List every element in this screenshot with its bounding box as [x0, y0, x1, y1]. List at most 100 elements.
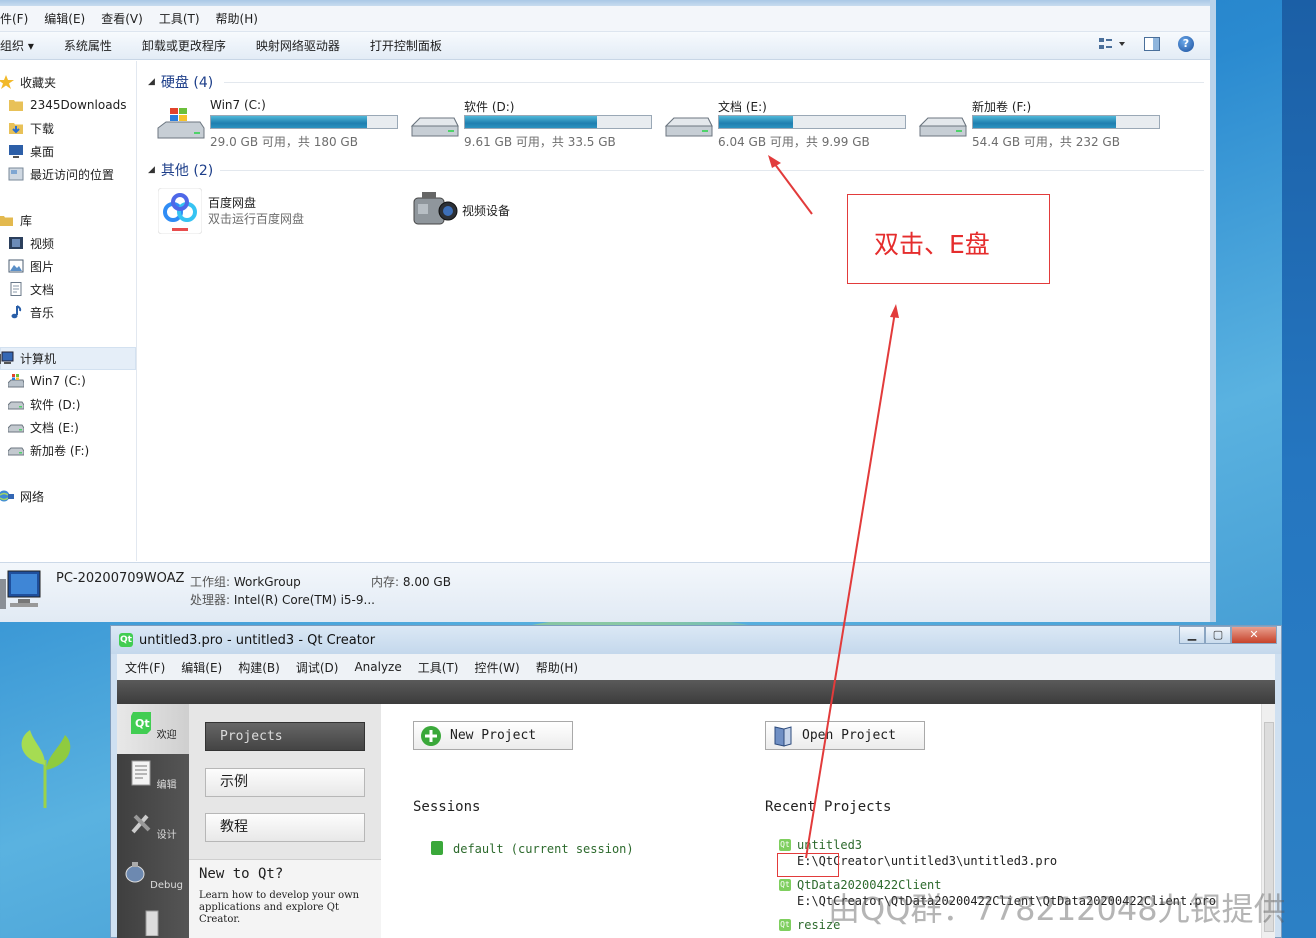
mode-projects[interactable]	[117, 904, 189, 938]
mode-design[interactable]: 设计	[117, 804, 189, 854]
collapse-triangle-icon[interactable]: ◢	[148, 165, 155, 175]
drive-usage-fill	[465, 116, 598, 128]
preview-pane-icon[interactable]	[1144, 37, 1160, 51]
qt-toolbar-strip	[117, 680, 1275, 704]
qt-menu-analyze[interactable]: Analyze	[346, 660, 409, 674]
details-pane: PC-20200709WOAZ 工作组: WorkGroup 内存: 8.00 …	[0, 562, 1210, 622]
drive-tile-e[interactable]: 文档 (E:) 6.04 GB 可用，共 9.99 GB	[664, 98, 914, 158]
drive-tile-d[interactable]: 软件 (D:) 9.61 GB 可用，共 33.5 GB	[410, 98, 660, 158]
nav-item-network[interactable]: 网络	[0, 486, 44, 506]
group-header-hard-disks[interactable]: ◢ 硬盘 (4)	[148, 72, 213, 92]
mode-welcome[interactable]: Qt 欢迎	[117, 704, 189, 754]
drive-icon	[8, 424, 24, 433]
explorer-window: 件(F) 编辑(E) 查看(V) 工具(T) 帮助(H) 组织 ▾ 系统属性 卸…	[0, 0, 1216, 622]
drive-usage-bar	[210, 115, 398, 129]
navigation-pane: 收藏夹 2345Downloads 下载 桌面 最近访问的位置 库 视频 图片	[0, 61, 137, 561]
baidu-netdisk-icon	[158, 188, 202, 234]
baidu-netdisk-description: 双击运行百度网盘	[208, 212, 305, 226]
nav-item-drive-d[interactable]: 软件 (D:)	[8, 394, 80, 414]
welcome-sidebar: Projects 示例 教程 New to Qt? Learn how to d…	[189, 704, 381, 938]
qt-window-title: untitled3.pro - untitled3 - Qt Creator	[139, 632, 376, 648]
collapse-triangle-icon[interactable]: ◢	[148, 77, 155, 87]
computer-monitor-icon	[0, 570, 41, 609]
baidu-netdisk-name: 百度网盘	[208, 196, 257, 210]
nav-item-documents[interactable]: 文档	[8, 279, 54, 299]
mode-debug[interactable]: Debug	[117, 854, 189, 904]
open-control-panel-button[interactable]: 打开控制面板	[355, 37, 457, 54]
debug-bug-icon	[125, 862, 145, 883]
desktop-icon	[9, 145, 23, 158]
qt-menu-widgets[interactable]: 控件(W)	[466, 659, 527, 676]
map-network-drive-button[interactable]: 映射网络驱动器	[241, 37, 355, 54]
video-device-item[interactable]: 视频设备	[410, 188, 610, 236]
menu-file[interactable]: 件(F)	[0, 10, 36, 27]
camcorder-icon	[413, 192, 458, 225]
nav-item-computer[interactable]: 计算机	[0, 348, 56, 368]
star-icon	[0, 75, 14, 89]
qt-menubar: 文件(F) 编辑(E) 构建(B) 调试(D) Analyze 工具(T) 控件…	[117, 654, 1275, 680]
drive-space-info: 9.61 GB 可用，共 33.5 GB	[464, 135, 616, 149]
memory-row: 内存: 8.00 GB	[371, 575, 451, 589]
mode-edit[interactable]: 编辑	[117, 754, 189, 804]
session-icon	[431, 841, 443, 855]
system-properties-button[interactable]: 系统属性	[49, 37, 127, 54]
music-library-icon	[11, 305, 22, 319]
nav-item-drive-e[interactable]: 文档 (E:)	[8, 417, 79, 437]
uninstall-program-button[interactable]: 卸载或更改程序	[127, 37, 241, 54]
qt-menu-tools[interactable]: 工具(T)	[410, 659, 467, 676]
drive-icon	[8, 401, 24, 410]
nav-item-music[interactable]: 音乐	[8, 302, 54, 322]
qt-menu-debug[interactable]: 调试(D)	[288, 659, 347, 676]
nav-item-favorites[interactable]: 收藏夹	[0, 72, 56, 92]
nav-item-drive-c[interactable]: Win7 (C:)	[8, 371, 86, 391]
qt-menu-file[interactable]: 文件(F)	[117, 659, 173, 676]
baidu-netdisk-item[interactable]: 百度网盘 双击运行百度网盘	[156, 188, 376, 236]
examples-tab-button[interactable]: 示例	[205, 768, 365, 797]
maximize-icon[interactable]: ▢	[1205, 626, 1231, 644]
drive-tile-f[interactable]: 新加卷 (F:) 54.4 GB 可用，共 232 GB	[918, 98, 1168, 158]
drive-tile-c[interactable]: Win7 (C:) 29.0 GB 可用，共 180 GB	[156, 98, 406, 158]
new-project-button[interactable]: New Project	[413, 721, 573, 750]
tutorials-tab-button[interactable]: 教程	[205, 813, 365, 842]
network-icon	[0, 490, 14, 502]
session-default[interactable]: default (current session)	[453, 842, 634, 856]
nav-item-2345downloads[interactable]: 2345Downloads	[8, 95, 126, 115]
nav-item-downloads[interactable]: 下载	[8, 118, 54, 138]
view-options-icon[interactable]	[1098, 37, 1126, 51]
drive-space-info: 6.04 GB 可用，共 9.99 GB	[718, 135, 870, 149]
close-icon[interactable]: ✕	[1231, 626, 1277, 644]
documents-library-icon	[10, 282, 22, 296]
annotation-box: 双击、E盘	[847, 194, 1050, 284]
group-header-other[interactable]: ◢ 其他 (2)	[148, 160, 213, 180]
workgroup-row: 工作组: WorkGroup	[190, 575, 301, 589]
nav-item-pictures[interactable]: 图片	[8, 256, 54, 276]
nav-item-drive-f[interactable]: 新加卷 (F:)	[8, 440, 89, 460]
nav-item-desktop[interactable]: 桌面	[8, 141, 54, 161]
qt-menu-edit[interactable]: 编辑(E)	[173, 659, 230, 676]
nav-item-libraries[interactable]: 库	[0, 210, 32, 230]
nav-item-recent-places[interactable]: 最近访问的位置	[8, 164, 114, 184]
recent-project-untitled3[interactable]: untitled3	[797, 838, 862, 852]
projects-tab-button[interactable]: Projects	[205, 722, 365, 751]
menu-edit[interactable]: 编辑(E)	[36, 10, 93, 27]
help-icon[interactable]: ?	[1178, 36, 1194, 52]
organize-button[interactable]: 组织 ▾	[0, 37, 49, 54]
menu-view[interactable]: 查看(V)	[93, 10, 151, 27]
menu-tools[interactable]: 工具(T)	[151, 10, 208, 27]
new-to-qt-panel: New to Qt? Learn how to develop your own…	[189, 859, 381, 938]
library-icon	[0, 216, 13, 226]
menu-help[interactable]: 帮助(H)	[208, 10, 266, 27]
minimize-icon[interactable]: ▁	[1179, 626, 1205, 644]
drive-name: 软件 (D:)	[464, 100, 515, 114]
explorer-content: ◢ 硬盘 (4) Win7 (C:) 29.0 GB 可用，共 180 GB 软…	[138, 61, 1210, 561]
new-to-qt-text: Learn how to develop your own applicatio…	[199, 890, 360, 925]
qt-logo-icon: Qt	[119, 633, 133, 647]
drive-icon	[918, 117, 967, 137]
open-project-button[interactable]: Open Project	[765, 721, 925, 750]
drive-usage-bar	[972, 115, 1160, 129]
video-device-name: 视频设备	[462, 204, 511, 218]
nav-item-videos[interactable]: 视频	[8, 233, 54, 253]
qt-menu-build[interactable]: 构建(B)	[230, 659, 288, 676]
windows-drive-icon	[157, 108, 205, 139]
qt-menu-help[interactable]: 帮助(H)	[528, 659, 586, 676]
